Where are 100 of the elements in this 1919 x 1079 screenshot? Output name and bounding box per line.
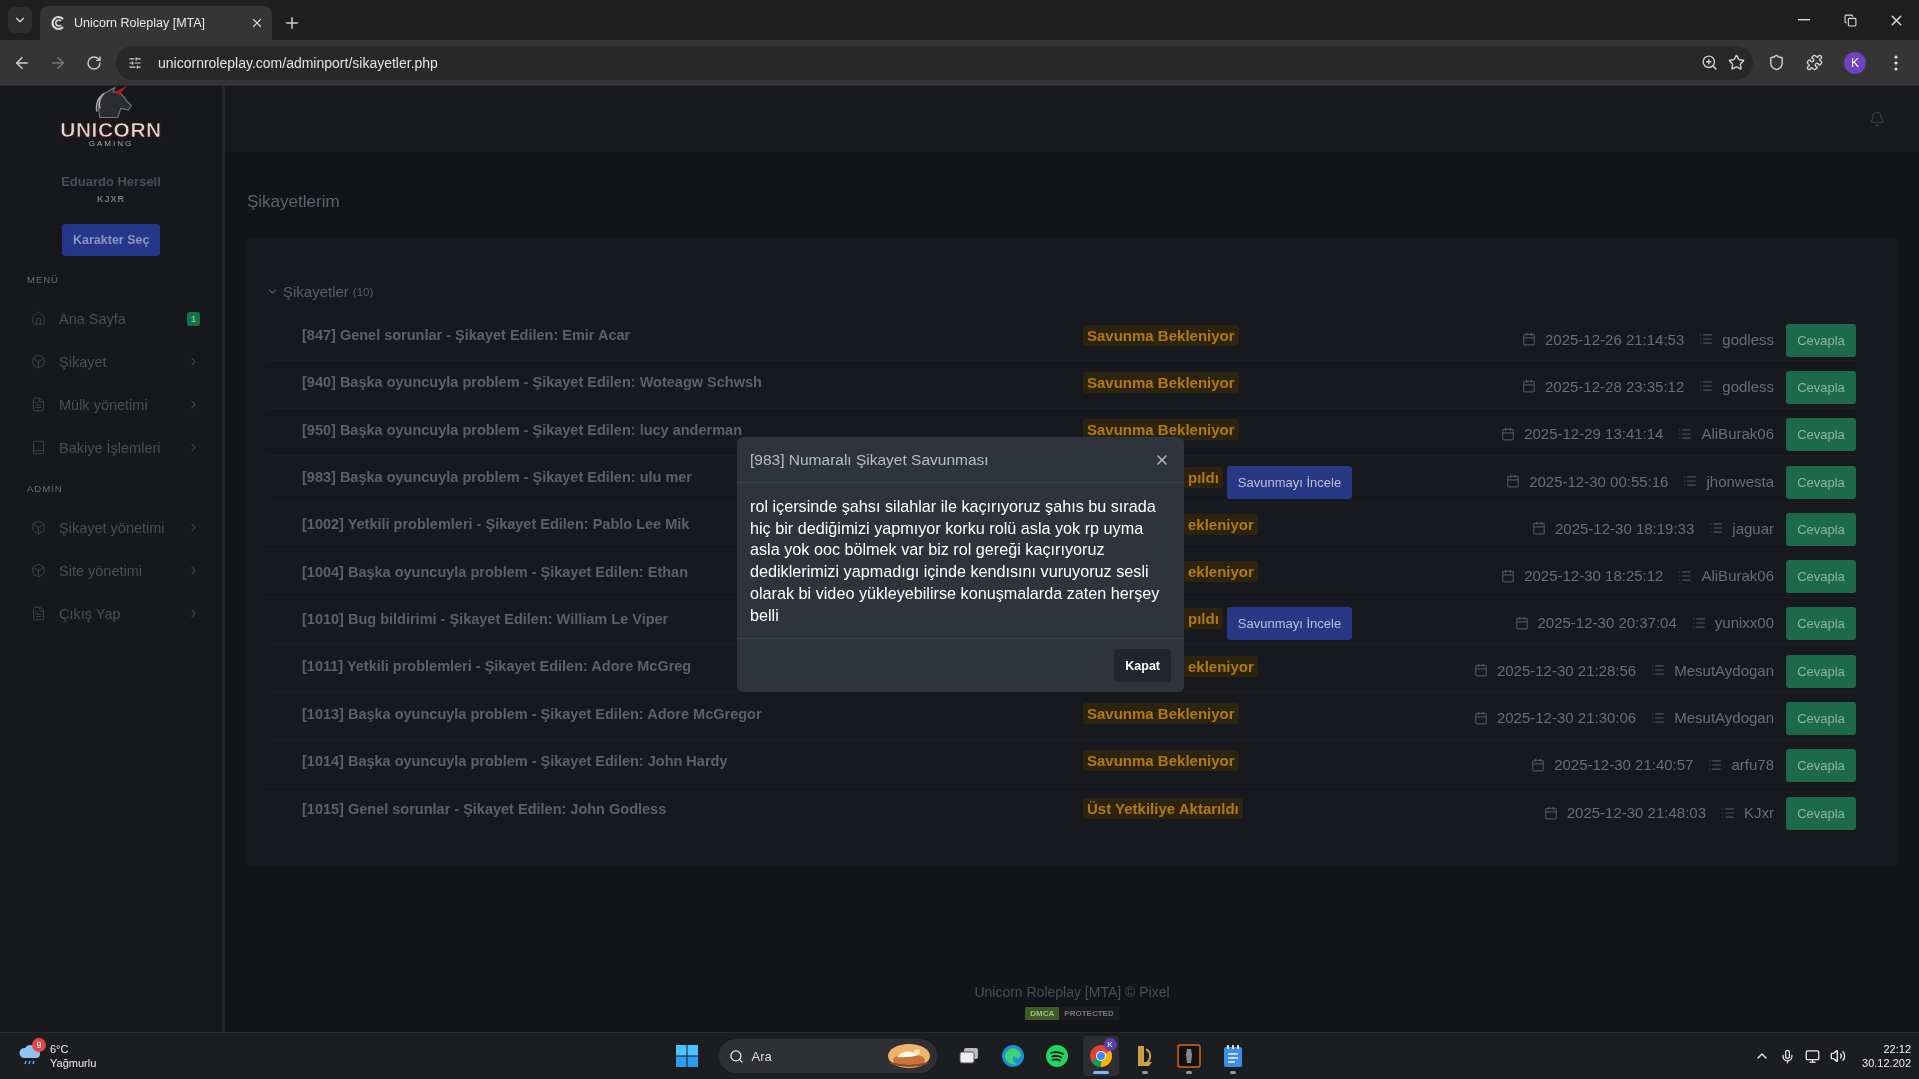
section-title[interactable]: Şikayetler — [283, 283, 349, 300]
review-defense-button[interactable]: Savunmayı İncele — [1226, 607, 1353, 641]
search-icon — [728, 1048, 744, 1064]
taskbar-search-field[interactable]: Ara — [718, 1039, 937, 1073]
game-icon — [1176, 1044, 1201, 1068]
list-icon — [1683, 474, 1698, 489]
calendar-icon — [1543, 805, 1558, 820]
network-icon[interactable] — [1805, 1048, 1821, 1064]
calendar-icon — [1514, 615, 1529, 630]
reply-button[interactable]: Cevapla — [1786, 654, 1856, 688]
complaint-title[interactable]: [1013] Başka oyuncuyla problem - Şikayet Edilen: Adore McGregor — [302, 705, 1083, 722]
close-button[interactable]: Kapat — [1114, 649, 1171, 683]
reply-button[interactable]: Cevapla — [1786, 465, 1856, 499]
zoom-icon[interactable] — [1701, 54, 1718, 71]
reply-button[interactable]: Cevapla — [1786, 797, 1856, 831]
cube-icon — [31, 354, 46, 369]
date-text: 2025-12-30 21:40:57 — [1554, 756, 1694, 774]
calendar-icon — [1473, 663, 1488, 678]
date-text: 2025-12-30 21:48:03 — [1566, 804, 1706, 822]
notification-badge: 9 — [32, 1038, 46, 1052]
document-icon — [31, 606, 46, 621]
reply-button[interactable]: Cevapla — [1786, 370, 1856, 404]
windows-icon — [675, 1045, 698, 1067]
reply-button[interactable]: Cevapla — [1786, 702, 1856, 735]
status-badge: pıldı — [1184, 466, 1223, 488]
date-text: 2025-12-30 20:37:04 — [1537, 614, 1677, 632]
address-bar[interactable]: unicornroleplay.com/adminport/sikayetler.php — [116, 45, 1753, 80]
microphone-icon[interactable] — [1780, 1048, 1796, 1064]
logo-text: UNICORN — [60, 119, 162, 140]
defense-text: rol içersinde şahsı silahlar ile kaçırıyoruz şahıs bu sırada hiç bir dediğimizi yapmıyor korku rolü asla yok rp uyma asla yok ooc bölmek var biz rol gereği kaçırıyoruz dediklerimizi yapmadıgı içinde kendısını vuruyoruz sesli olarak bi video yükleyebilirse konuşmalarda zaten herşey belli — [749, 496, 1161, 626]
user-text: MesutAydogan — [1674, 661, 1774, 679]
cube-icon — [31, 520, 46, 535]
site-favicon-icon — [50, 15, 66, 31]
reply-button[interactable]: Cevapla — [1786, 749, 1856, 783]
user-text: godless — [1722, 377, 1774, 395]
task-view-icon — [957, 1046, 980, 1066]
taskbar-app-button[interactable]: K — [1082, 1036, 1119, 1076]
list-icon — [1651, 710, 1666, 725]
modal-title: [983] Numaralı Şikayet Savunması — [750, 450, 989, 469]
calendar-icon — [1506, 474, 1521, 489]
list-icon — [1699, 332, 1714, 347]
count-badge: 1 — [187, 311, 200, 326]
sidebar-item[interactable]: Mülk yönetimi — [0, 383, 222, 426]
date-text: 2025-12-30 21:28:56 — [1496, 661, 1637, 679]
calendar-icon — [1522, 332, 1536, 347]
reply-button[interactable]: Cevapla — [1786, 607, 1856, 641]
footer-text: Unicorn Roleplay [MTA] © Pixel — [974, 984, 1170, 1000]
sidebar-item[interactable]: Bakiye İşlemleri — [0, 426, 222, 469]
date-text: 2025-12-30 18:19:33 — [1555, 519, 1695, 537]
complaint-title[interactable]: [950] Başka oyuncuyla problem - Şikayet Edilen: lucy anderman — [302, 421, 1083, 438]
profile-avatar[interactable]: K — [1844, 51, 1866, 74]
status-badge: ekleniyor — [1184, 513, 1258, 535]
date-text: 2025-12-26 21:14:53 — [1545, 330, 1685, 348]
complaint-title[interactable]: [940] Başka oyuncuyla problem - Şikayet Edilen: Woteagw Schwsh — [302, 374, 1083, 391]
logo-subtext: GAMING — [88, 140, 134, 148]
close-tab-icon[interactable] — [250, 16, 264, 30]
page-title: Şikayetlerim — [247, 192, 341, 212]
volume-icon[interactable] — [1830, 1048, 1847, 1064]
tab-list-button[interactable] — [8, 7, 32, 33]
minimize-icon — [1798, 19, 1810, 21]
clock[interactable]: 22:12 30.12.202 — [1862, 1042, 1911, 1070]
calendar-icon — [1522, 379, 1536, 394]
user-text: godless — [1722, 330, 1774, 348]
shield-icon — [1767, 54, 1785, 71]
list-icon — [1699, 379, 1714, 394]
reply-button[interactable]: Cevapla — [1786, 560, 1856, 594]
bookmark-star-icon[interactable] — [1728, 54, 1745, 71]
temperature-text: 6°C — [50, 1042, 70, 1056]
sidebar-item[interactable]: Ana Sayfa 1 — [0, 297, 222, 340]
weather-condition: Yağmurlu — [50, 1056, 97, 1070]
puzzle-icon — [1805, 54, 1823, 71]
edge-icon — [1000, 1044, 1025, 1068]
calendar-icon — [1501, 568, 1516, 583]
reply-button[interactable]: Cevapla — [1786, 418, 1856, 452]
select-character-button[interactable]: Karakter Seç — [62, 224, 161, 256]
complaint-title[interactable]: [847] Genel sorunlar - Şikayet Edilen: Emir Acar — [302, 327, 1083, 344]
complaint-title[interactable]: [1014] Başka oyuncuyla problem - Şikayet Edilen: John Hardy — [302, 752, 1083, 769]
date-text: 2025-12-30 00:55:16 — [1529, 472, 1669, 490]
date-text: 2025-12-29 13:41:14 — [1524, 425, 1664, 443]
user-text: KJxr — [1744, 804, 1774, 822]
list-icon — [1678, 568, 1693, 583]
reply-button[interactable]: Cevapla — [1786, 323, 1856, 357]
review-defense-button[interactable]: Savunmayı İncele — [1226, 465, 1353, 499]
sidebar-item[interactable]: Şikayet yönetimi — [0, 506, 222, 549]
user-tag: KJXR — [0, 194, 222, 204]
calendar-icon — [1531, 757, 1546, 772]
list-icon — [1678, 426, 1693, 441]
chrome-icon — [1088, 1044, 1113, 1068]
complaint-title[interactable]: [1015] Genel sorunlar - Şikayet Edilen: John Godless — [302, 800, 1083, 817]
browser-tab[interactable]: Unicorn Roleplay [MTA] — [40, 6, 272, 40]
section-heading: MENÜ — [26, 273, 60, 287]
notepad-icon — [1222, 1044, 1243, 1068]
count-label: (10) — [352, 285, 374, 298]
user-name: Eduardo Hersell — [60, 174, 162, 189]
reply-button[interactable]: Cevapla — [1786, 512, 1856, 546]
sidebar-item[interactable]: Site yönetimi — [0, 549, 222, 592]
sidebar-item[interactable]: Çıkış Yap — [0, 592, 222, 635]
status-badge: Üst Yetkiliye Aktarıldı — [1083, 798, 1243, 820]
sidebar-item[interactable]: Şikayet — [0, 340, 222, 383]
calendar-icon — [1501, 426, 1516, 441]
